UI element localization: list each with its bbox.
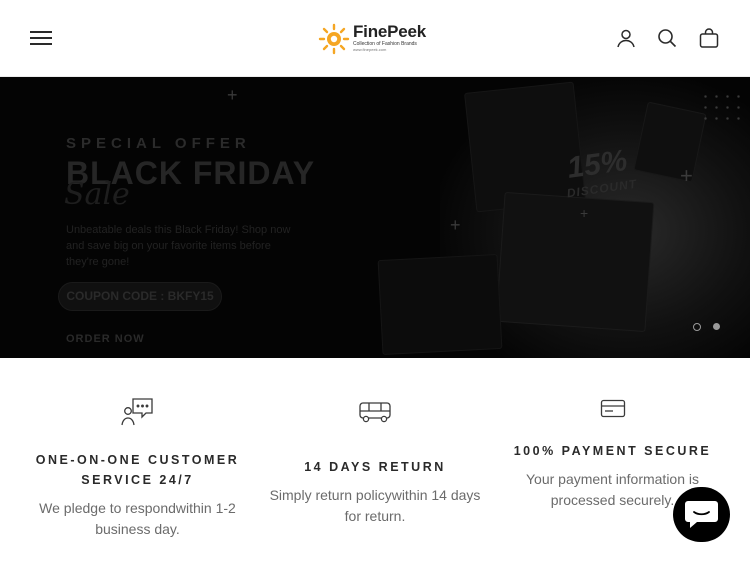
site-header: FinePeek Collection of Fashion Brands ww…: [0, 0, 750, 77]
brand-name: FinePeek: [353, 22, 427, 41]
gift-box-image: [377, 253, 503, 356]
hero-description: Unbeatable deals this Black Friday! Shop…: [66, 224, 291, 268]
menu-icon[interactable]: [30, 28, 54, 48]
feature-title: 14 DAYS RETURN: [304, 460, 446, 474]
chat-support-icon: [120, 398, 153, 426]
sparkle-icon: +: [680, 163, 693, 188]
delivery-truck-icon: [359, 402, 391, 423]
feature-title: 100% PAYMENT SECURE: [513, 444, 712, 458]
feature-title: ONE-ON-ONE CUSTOMER SERVICE 24/7: [35, 453, 240, 487]
coupon-code-badge[interactable]: COUPON CODE : BKFY15: [58, 282, 222, 311]
hero-eyebrow: SPECIAL OFFER: [66, 135, 251, 152]
cart-icon[interactable]: [698, 27, 720, 49]
order-now-link[interactable]: ORDER NOW: [66, 333, 145, 345]
chat-bubble-icon: [685, 501, 718, 528]
chat-widget-button[interactable]: [673, 487, 730, 542]
search-icon[interactable]: [656, 27, 678, 49]
slide-dot-2[interactable]: [713, 323, 720, 330]
feature-description: Simply return policywithin 14 days for r…: [269, 487, 481, 524]
discount-badge: 15% DISCOUNT: [561, 142, 649, 213]
brand-logo[interactable]: FinePeek Collection of Fashion Brands ww…: [318, 22, 438, 56]
sparkle-icon: +: [227, 85, 238, 105]
brand-url: www.finepeek.com: [353, 47, 387, 52]
hero-banner[interactable]: + + + + SPECIAL OFFER BLACK FRIDAY Sale …: [0, 77, 750, 358]
credit-card-icon: [600, 399, 625, 418]
sun-logo-icon: [318, 23, 350, 55]
sparkle-icon: +: [450, 215, 461, 235]
feature-customer-service: ONE-ON-ONE CUSTOMER SERVICE 24/7 We pled…: [30, 396, 245, 540]
hero-script: Sale: [64, 177, 130, 212]
feature-description: We pledge to respondwithin 1-2 business …: [39, 500, 236, 537]
account-icon[interactable]: [615, 27, 637, 49]
feature-returns: 14 DAYS RETURN Simply return policywithi…: [265, 400, 485, 527]
slide-dot-1[interactable]: [693, 323, 701, 331]
dot-pattern: [700, 91, 740, 121]
gift-box-image: [495, 191, 655, 333]
